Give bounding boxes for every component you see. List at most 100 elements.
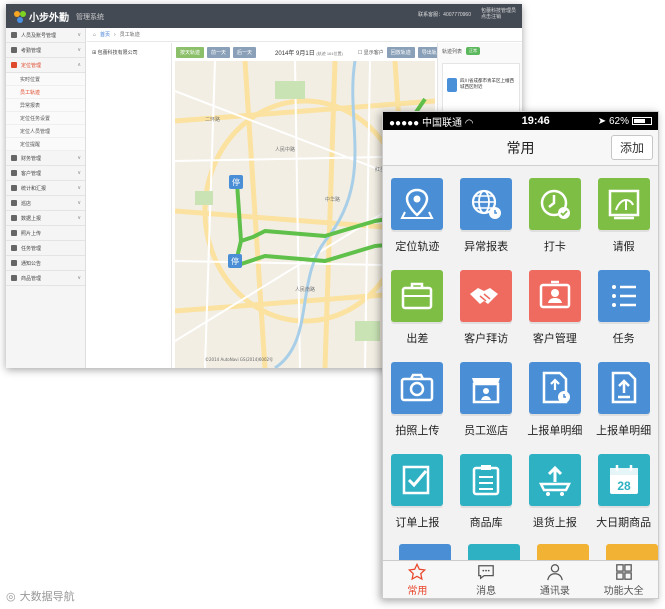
function-tile-store[interactable]: 员工巡店 [452,362,521,438]
sidebar-sub-people[interactable]: 定位人员管理 [6,125,85,138]
clipboard-list-icon [472,465,500,496]
logout-link[interactable]: 点击注销 [481,14,516,20]
track-list-title: 轨迹列表 [442,48,463,55]
breadcrumb-current: 员工轨迹 [119,32,140,38]
prev-day-button[interactable]: 前一天 [207,46,231,58]
function-tile-globe-clock[interactable]: 异常报表 [452,178,521,254]
sidebar-item-customers[interactable]: 客户管理 ∨ [6,166,85,181]
show-customers-checkbox[interactable]: ☐ 显示客户 [358,49,384,56]
sidebar-item-tasks[interactable]: 任务管理 [6,241,85,256]
chevron-down-icon: ∨ [77,185,81,191]
function-tile-order-check[interactable]: 订单上报 [383,454,452,530]
map-marker-2[interactable]: 停 [231,256,239,266]
tile-background [597,362,650,414]
grid-icon [615,563,632,580]
app-subtitle: 管理系统 [76,13,104,21]
tile-background [528,270,581,322]
sidebar-sub-track[interactable]: 员工轨迹 [6,86,85,99]
next-day-button[interactable]: 后一天 [233,46,257,58]
tile-label: 定位轨迹 [395,241,440,253]
tile-background [391,362,444,414]
tile-label: 打卡 [543,241,566,253]
sidebar-item-users[interactable]: 人员及账号管理 ∨ [6,28,85,43]
tile-label: 拍照上传 [395,425,440,437]
map-pin-icon [400,188,434,219]
sidebar-item-store-visit[interactable]: 巡店 ∨ [6,196,85,211]
tile-background [460,178,513,230]
function-tile-camera[interactable]: 拍照上传 [383,362,452,438]
top-bar: 小步外勤 管理系统 联系客服：4007770960 包蕾科技管理员 点击注销 [6,4,522,28]
sidebar-item-attendance[interactable]: 考勤管理 ∨ [6,43,85,58]
sidebar-item-finance[interactable]: 财务管理 ∨ [6,151,85,166]
sidebar-sub-exception[interactable]: 异常报表 [6,99,85,112]
chevron-down-icon: ∨ [77,215,81,221]
road-label: 人民南路 [295,286,315,293]
tab-all-functions[interactable]: 功能大全 [589,561,658,598]
road-label: 二环路 [205,116,220,123]
function-tile-contact-card[interactable]: 客户管理 [521,270,590,346]
sidebar-item-photo[interactable]: 照片上传 [6,226,85,241]
function-tile-vacation[interactable]: 请假 [589,178,658,254]
sidebar-sub-realtime[interactable]: 实时位置 [6,73,85,86]
chevron-down-icon: ∨ [77,275,81,281]
function-tile-calendar[interactable]: 28 大日期商品 [589,454,658,530]
tab-messages[interactable]: 消息 [452,561,521,598]
partial-row [383,544,658,560]
function-grid: 定位轨迹 异常报表 打卡 请假出差 客户拜访 客户管理 任务拍照上传 员工巡店 上报单明细 上报单… [383,178,658,530]
tile-label: 异常报表 [464,241,509,253]
tile-background [528,178,581,230]
tab-common[interactable]: 常用 [383,561,452,598]
status-bar: ●●●●● 中国联通 ◠ 19:46 ➤ 62% [383,112,658,130]
task-list-icon [611,285,636,307]
map-marker-1[interactable]: 停 [232,177,240,187]
partial-tile[interactable] [468,544,520,560]
function-tile-report-clock[interactable]: 上报单明细 [521,362,590,438]
replay-button[interactable]: 回放轨迹 [386,46,415,58]
tree-expand-icon[interactable]: ⊞ [92,50,96,56]
function-tile-handshake[interactable]: 客户拜访 [452,270,521,346]
clock-check-icon [540,189,570,219]
track-date[interactable]: 2014年 9月1日 (轨迹 161位置) [275,48,343,57]
tile-label: 大日期商品 [596,517,652,529]
tile-background [391,270,444,322]
function-tile-clipboard-list[interactable]: 商品库 [452,454,521,530]
report-clock-icon [542,371,570,404]
sidebar-sub-task[interactable]: 定位任务设置 [6,112,85,125]
tile-label: 出差 [406,333,429,345]
daily-track-button[interactable]: 按天轨迹 [176,46,205,58]
function-tile-report-upload[interactable]: 上报单明细 [589,362,658,438]
partial-tile[interactable] [399,544,451,560]
function-tile-briefcase[interactable]: 出差 [383,270,452,346]
track-address: 四川省成都市青羊区上幢西城西区附近 [460,78,514,89]
add-button[interactable]: 添加 [611,135,653,160]
function-tile-task-list[interactable]: 任务 [589,270,658,346]
box-icon [11,275,17,281]
tile-label: 商品库 [469,517,503,529]
tile-label: 请假 [612,241,635,253]
store-icon [11,200,17,206]
tree-root[interactable]: 包蕾科技有限公司 [98,50,138,56]
sidebar-item-notice[interactable]: 通知公告 [6,256,85,271]
sidebar-sub-remind[interactable]: 定位提醒 [6,138,85,151]
list-icon [11,245,17,251]
sidebar-item-data-report[interactable]: 数据上报 ∨ [6,211,85,226]
contacts-icon [547,563,563,580]
sidebar-item-location[interactable]: 定位管理 ∧ [6,58,85,73]
function-tile-clock-check[interactable]: 打卡 [521,178,590,254]
function-tile-cart-upload[interactable]: 退货上报 [521,454,590,530]
tile-label: 客户拜访 [464,333,509,345]
tile-background [528,362,581,414]
map-pin-icon [447,78,457,92]
partial-tile[interactable] [537,544,589,560]
function-tile-map-pin[interactable]: 定位轨迹 [383,178,452,254]
partial-tile[interactable] [606,544,658,560]
sidebar-item-stats[interactable]: 统计和汇报 ∨ [6,181,85,196]
tab-contacts[interactable]: 通讯录 [521,561,590,598]
support-phone: 联系客服：4007770960 [418,11,471,18]
tile-background [597,270,650,322]
nav-bar: 常用 添加 [383,130,658,166]
sidebar-item-products[interactable]: 商品管理 ∨ [6,271,85,286]
app-name: 小步外勤 [29,13,69,24]
tile-label: 任务 [612,333,635,345]
breadcrumb-home[interactable]: 首页 [100,31,110,38]
